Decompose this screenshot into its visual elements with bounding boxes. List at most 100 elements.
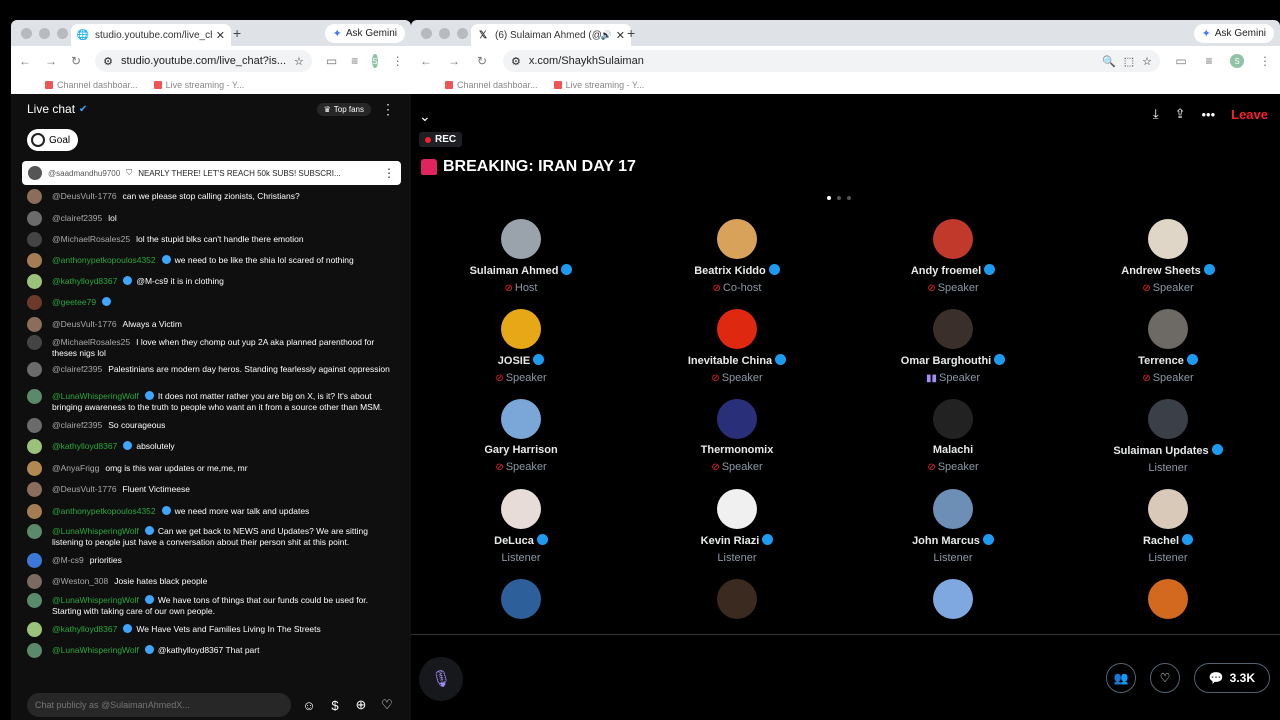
new-tab-icon[interactable]: +	[233, 25, 241, 41]
avatar[interactable]	[27, 335, 42, 350]
chat-message[interactable]: @MichaelRosales25 lol the stupid blks can…	[27, 232, 399, 247]
participant[interactable]	[863, 579, 1043, 624]
participant[interactable]: Andy froemel ⊘ Speaker	[863, 219, 1043, 294]
avatar[interactable]	[27, 189, 42, 204]
reload-icon[interactable]: ↻	[475, 54, 489, 68]
chat-message[interactable]: @DeusVult-1776 Fluent Victimeese	[27, 482, 399, 497]
chat-username[interactable]: @kathylloyd8367	[52, 624, 117, 634]
participant[interactable]: Malachi ⊘ Speaker	[863, 399, 1043, 473]
menu-icon[interactable]: ⋮	[1258, 54, 1272, 68]
avatar[interactable]	[27, 211, 42, 226]
pinned-message[interactable]: @saadmandhu9700 ⛉ NEARLY THERE! LET'S RE…	[22, 161, 401, 185]
avatar[interactable]	[27, 622, 42, 637]
participant[interactable]	[1078, 579, 1258, 624]
comments-button[interactable]: 💬 3.3K	[1193, 663, 1270, 693]
chat-message[interactable]: @LunaWhisperingWolf @kathylloyd8367 That …	[27, 643, 399, 658]
mic-button[interactable]: 🎙	[419, 657, 463, 701]
chat-message[interactable]: @M-cs9 priorities	[27, 553, 399, 568]
chat-username[interactable]: @DeusVult-1776	[52, 319, 117, 329]
address-bar[interactable]: ⚙ x.com/ShaykhSulaiman 🔍 ⬚ ☆	[503, 50, 1160, 72]
chat-username[interactable]: @clairef2395	[52, 364, 102, 374]
tab-x-profile[interactable]: 𝕏 (6) Sulaiman Ahmed (@S 🔊 ✕	[471, 24, 631, 46]
participant[interactable]: Beatrix Kiddo ⊘ Co-host	[647, 219, 827, 294]
avatar[interactable]	[27, 643, 42, 658]
bookmark-live-streaming[interactable]: Live streaming - Y...	[553, 80, 644, 90]
participant[interactable]: Omar Barghouthi ▮▮ Speaker	[863, 309, 1043, 384]
avatar[interactable]	[27, 593, 42, 608]
bookmark-channel-dashboard[interactable]: Channel dashboar...	[45, 80, 138, 90]
participant[interactable]: Sulaiman Updates Listener	[1078, 399, 1258, 474]
chat-message[interactable]: @clairef2395 So courageous	[27, 418, 399, 433]
chat-username[interactable]: @M-cs9	[52, 555, 84, 565]
chat-username[interactable]: @anthonypetkopoulos4352	[52, 506, 156, 516]
participant[interactable]: DeLuca Listener	[431, 489, 611, 564]
new-tab-icon[interactable]: +	[627, 25, 635, 41]
avatar[interactable]	[27, 389, 42, 404]
chat-message[interactable]: @kathylloyd8367 We Have Vets and Families…	[27, 622, 399, 637]
more-options-icon[interactable]: ⋮	[381, 101, 395, 118]
collapse-chevron-icon[interactable]: ⌄	[419, 108, 431, 125]
profile-avatar[interactable]: S	[372, 54, 378, 68]
more-options-icon[interactable]: ⋮	[383, 166, 395, 180]
forward-icon[interactable]: →	[45, 54, 57, 68]
avatar[interactable]	[27, 553, 42, 568]
chat-message[interactable]: @clairef2395 Palestinians are modern day …	[27, 362, 399, 377]
reading-list-icon[interactable]: ≡	[1202, 54, 1216, 68]
tab-youtube-live-chat[interactable]: 🌐 studio.youtube.com/live_ch ✕	[71, 24, 231, 46]
chat-username[interactable]: @kathylloyd8367	[52, 441, 117, 451]
goal-button[interactable]: Goal	[27, 129, 79, 151]
chat-username[interactable]: @clairef2395	[52, 420, 102, 430]
chat-username[interactable]: @DeusVult-1776	[52, 191, 117, 201]
avatar[interactable]	[27, 418, 42, 433]
participant[interactable]	[431, 579, 611, 624]
chat-username[interactable]: @AnyaFrigg	[52, 463, 99, 473]
bookmark-live-streaming[interactable]: Live streaming - Y...	[153, 80, 244, 90]
chat-username[interactable]: @DeusVult-1776	[52, 484, 117, 494]
chat-message[interactable]: @Weston_308 Josie hates black people	[27, 574, 399, 589]
chat-message[interactable]: @geetee79	[27, 295, 399, 310]
chat-username[interactable]: @clairef2395	[52, 213, 102, 223]
participant[interactable]: Gary Harrison ⊘ Speaker	[431, 399, 611, 473]
avatar[interactable]	[27, 317, 42, 332]
chat-message[interactable]: @clairef2395 lol	[27, 211, 399, 226]
close-icon[interactable]: ✕	[616, 29, 625, 42]
chat-messages[interactable]: @clairef2395Andrew is here 24/7, such a …	[11, 179, 411, 690]
close-icon[interactable]: ✕	[216, 29, 225, 42]
participant[interactable]: John Marcus Listener	[863, 489, 1043, 564]
leave-button[interactable]: Leave	[1231, 107, 1268, 122]
chat-input[interactable]	[27, 693, 291, 717]
ask-gemini-button[interactable]: ✦ Ask Gemini	[1193, 24, 1274, 43]
chat-username[interactable]: @kathylloyd8367	[52, 276, 117, 286]
bookmark-channel-dashboard[interactable]: Channel dashboar...	[445, 80, 538, 90]
participant[interactable]	[647, 579, 827, 624]
participant[interactable]: Rachel Listener	[1078, 489, 1258, 564]
avatar[interactable]	[27, 504, 42, 519]
chat-message[interactable]: @DeusVult-1776 can we please stop calling…	[27, 189, 399, 204]
site-settings-icon[interactable]: ⚙	[103, 55, 113, 68]
chat-message[interactable]: @MichaelRosales25 I love when they chomp …	[27, 335, 399, 359]
chat-username[interactable]: @MichaelRosales25	[52, 337, 130, 347]
super-chat-icon[interactable]: $	[327, 697, 343, 713]
avatar[interactable]	[27, 295, 42, 310]
chat-message[interactable]: @kathylloyd8367 @M-cs9 it is in clothing	[27, 274, 399, 289]
avatar[interactable]	[27, 253, 42, 268]
add-icon[interactable]: ⊕	[353, 697, 369, 713]
participant[interactable]: Inevitable China ⊘ Speaker	[647, 309, 827, 384]
menu-icon[interactable]: ⋮	[392, 54, 404, 68]
chat-message[interactable]: @LunaWhisperingWolf It does not matter ra…	[27, 389, 399, 413]
profile-avatar[interactable]: S	[1230, 54, 1244, 68]
chat-message[interactable]: @LunaWhisperingWolf We have tons of thing…	[27, 593, 399, 617]
address-bar[interactable]: ⚙ studio.youtube.com/live_chat?is... ☆	[95, 50, 312, 72]
back-icon[interactable]: ←	[19, 54, 31, 68]
avatar[interactable]	[27, 482, 42, 497]
avatar[interactable]	[27, 274, 42, 289]
chat-username[interactable]: @LunaWhisperingWolf	[52, 595, 139, 605]
share-icon[interactable]: ⇪	[1175, 106, 1186, 122]
emoji-icon[interactable]: ☺	[301, 697, 317, 713]
bookmark-star-icon[interactable]: ☆	[294, 55, 304, 68]
minimize-icon[interactable]: ⤓	[1153, 106, 1159, 122]
window-controls[interactable]	[421, 28, 468, 39]
site-settings-icon[interactable]: ⚙	[511, 55, 521, 68]
reading-list-icon[interactable]: ≡	[351, 54, 358, 68]
chat-message[interactable]: @anthonypetkopoulos4352 we need more war …	[27, 504, 399, 519]
